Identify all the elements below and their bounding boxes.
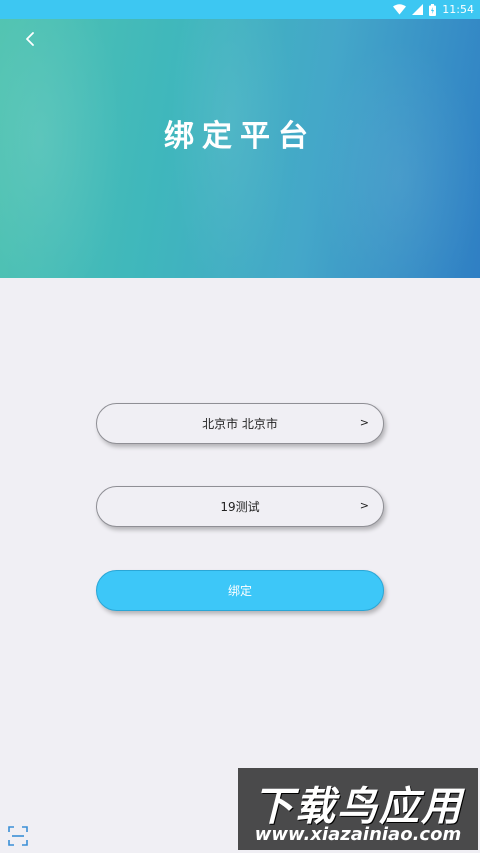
screen: 11:54 绑定平台 北京市 北京市 > 19测试 > 绑定 下载鸟应用 www… xyxy=(0,0,480,853)
platform-selector-arrow: > xyxy=(359,499,369,512)
scan-icon[interactable] xyxy=(8,826,28,846)
header: 绑定平台 xyxy=(0,19,480,278)
signal-icon xyxy=(412,4,424,15)
wifi-icon xyxy=(393,4,407,15)
page-title: 绑定平台 xyxy=(164,119,316,154)
chevron-left-icon xyxy=(26,32,34,46)
city-selector[interactable]: 北京市 北京市 > xyxy=(96,403,384,444)
city-selector-label: 北京市 北京市 xyxy=(202,417,278,431)
status-time: 11:54 xyxy=(442,3,474,16)
watermark: 下载鸟应用 www.xiazainiao.com xyxy=(238,768,478,850)
platform-selector-label: 19测试 xyxy=(220,500,260,514)
platform-selector[interactable]: 19测试 > xyxy=(96,486,384,527)
battery-icon xyxy=(429,3,437,16)
watermark-url: www.xiazainiao.com xyxy=(254,824,462,845)
bind-button[interactable]: 绑定 xyxy=(96,570,384,611)
status-bar: 11:54 xyxy=(0,0,480,19)
city-selector-arrow: > xyxy=(359,416,369,429)
back-button[interactable] xyxy=(18,27,42,51)
